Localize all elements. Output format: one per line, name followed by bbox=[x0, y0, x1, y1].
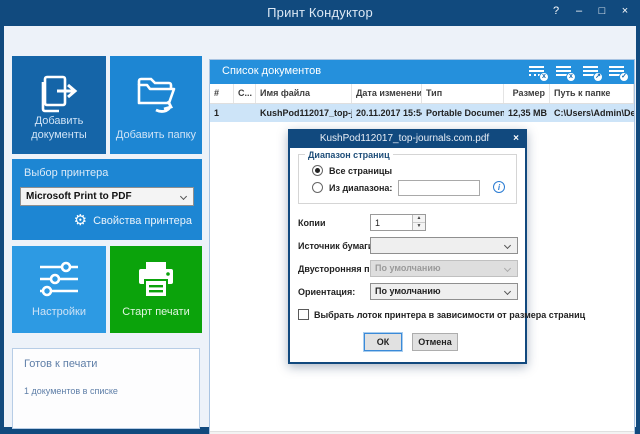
gear-icon: ⚙ bbox=[74, 213, 87, 228]
paper-source-select[interactable] bbox=[370, 237, 518, 254]
all-pages-label: Все страницы bbox=[329, 166, 392, 176]
document-list-header: Список документов x x ↗ ✓ bbox=[210, 60, 634, 84]
open-badge: ↗ bbox=[593, 72, 603, 82]
col-type[interactable]: Тип bbox=[422, 84, 504, 103]
all-pages-radio[interactable] bbox=[312, 165, 323, 176]
orientation-select[interactable]: По умолчанию bbox=[370, 283, 518, 300]
printer-select-value: Microsoft Print to PDF bbox=[26, 191, 132, 202]
col-number[interactable]: # bbox=[210, 84, 234, 103]
cell-filename: KushPod112017_top-jou... bbox=[256, 104, 352, 122]
clear-list-icon[interactable]: x bbox=[556, 65, 573, 79]
duplex-value: По умолчанию bbox=[375, 263, 441, 273]
help-button[interactable]: ? bbox=[551, 5, 561, 17]
printer-icon bbox=[110, 258, 202, 304]
cell-path: C:\Users\Admin\Desktop\ bbox=[550, 104, 634, 122]
dialog-title: KushPod112017_top-journals.com.pdf bbox=[304, 133, 505, 144]
printer-panel: Выбор принтера Microsoft Print to PDF ⚙ … bbox=[12, 159, 202, 240]
chevron-down-icon bbox=[504, 288, 511, 295]
cell-status bbox=[234, 104, 256, 122]
print-options-dialog: KushPod112017_top-journals.com.pdf × Диа… bbox=[288, 129, 527, 364]
content-area: Добавить документы Добавить папку Выбор … bbox=[4, 26, 636, 427]
cancel-button[interactable]: Отмена bbox=[412, 333, 458, 351]
dialog-title-bar: KushPod112017_top-journals.com.pdf × bbox=[290, 131, 525, 148]
clear-badge: x bbox=[566, 72, 576, 82]
cell-type: Portable Document F... bbox=[422, 104, 504, 122]
copies-label: Копии bbox=[298, 218, 326, 228]
printer-section-title: Выбор принтера bbox=[24, 167, 108, 179]
dialog-close-button[interactable]: × bbox=[513, 133, 519, 144]
add-folder-label: Добавить папку bbox=[114, 128, 198, 142]
remove-badge: x bbox=[539, 72, 549, 82]
printer-select[interactable]: Microsoft Print to PDF bbox=[20, 187, 194, 206]
col-size[interactable]: Размер bbox=[504, 84, 550, 103]
start-print-button[interactable]: Старт печати bbox=[110, 246, 202, 333]
from-range-radio[interactable] bbox=[312, 182, 323, 193]
cell-number: 1 bbox=[210, 104, 234, 122]
open-list-icon[interactable]: ↗ bbox=[583, 65, 600, 79]
add-folder-button[interactable]: Добавить папку bbox=[110, 56, 202, 154]
app-window: Принт Кондуктор ? – □ × Добавить докумен… bbox=[0, 0, 640, 434]
table-row[interactable]: 1 KushPod112017_top-jou... 20.11.2017 15… bbox=[210, 104, 634, 122]
settings-button[interactable]: Настройки bbox=[12, 246, 106, 333]
from-range-label: Из диапазона: bbox=[329, 183, 392, 193]
duplex-select: По умолчанию bbox=[370, 260, 518, 277]
paper-source-label: Источник бумаги bbox=[298, 241, 373, 251]
range-input[interactable] bbox=[398, 180, 480, 196]
page-range-legend: Диапазон страниц bbox=[305, 150, 393, 160]
close-button[interactable]: × bbox=[620, 5, 630, 17]
settings-label: Настройки bbox=[16, 305, 102, 319]
remove-document-icon[interactable]: x bbox=[529, 65, 546, 79]
info-icon: i bbox=[493, 181, 505, 193]
start-print-label: Старт печати bbox=[114, 305, 198, 319]
save-list-icon[interactable]: ✓ bbox=[609, 65, 626, 79]
page-range-group: Диапазон страниц Все страницы Из диапазо… bbox=[298, 154, 517, 204]
status-ready-text: Готов к печати bbox=[24, 358, 97, 370]
tray-checkbox-label: Выбрать лоток принтера в зависимости от … bbox=[314, 310, 585, 320]
copies-stepper[interactable]: 1 ▲ ▼ bbox=[370, 214, 426, 231]
maximize-button[interactable]: □ bbox=[597, 5, 607, 17]
chevron-down-icon bbox=[504, 265, 511, 272]
add-folder-icon bbox=[110, 70, 202, 122]
status-box: Готов к печати 1 документов в списке bbox=[12, 348, 200, 429]
title-bar: Принт Кондуктор ? – □ × bbox=[0, 0, 640, 26]
sliders-icon bbox=[12, 258, 106, 302]
document-list-title: Список документов bbox=[222, 65, 321, 77]
chevron-down-icon bbox=[504, 242, 511, 249]
status-count-text: 1 документов в списке bbox=[24, 386, 118, 396]
orientation-label: Ориентация: bbox=[298, 287, 355, 297]
copies-value: 1 bbox=[375, 218, 380, 228]
cell-date: 20.11.2017 15:54 bbox=[352, 104, 422, 122]
spinner-up-icon[interactable]: ▲ bbox=[413, 215, 425, 223]
col-path[interactable]: Путь к папке bbox=[550, 84, 634, 103]
save-badge: ✓ bbox=[619, 72, 629, 82]
printer-properties-label: Свойства принтера bbox=[93, 215, 192, 227]
col-date[interactable]: Дата изменения bbox=[352, 84, 422, 103]
ok-button[interactable]: ОК bbox=[364, 333, 402, 351]
minimize-button[interactable]: – bbox=[574, 5, 584, 17]
window-title: Принт Кондуктор bbox=[0, 5, 640, 20]
add-documents-button[interactable]: Добавить документы bbox=[12, 56, 106, 154]
orientation-value: По умолчанию bbox=[375, 286, 441, 296]
table-column-headers: # С... Имя файла Дата изменения Тип Разм… bbox=[210, 84, 634, 104]
chevron-down-icon bbox=[180, 193, 187, 200]
dialog-body: Диапазон страниц Все страницы Из диапазо… bbox=[290, 148, 525, 362]
col-filename[interactable]: Имя файла bbox=[256, 84, 352, 103]
printer-properties-button[interactable]: ⚙ Свойства принтера bbox=[74, 213, 192, 228]
add-documents-label: Добавить документы bbox=[16, 114, 102, 142]
spinner-down-icon[interactable]: ▼ bbox=[413, 223, 425, 231]
tray-checkbox[interactable] bbox=[298, 309, 309, 320]
cell-size: 12,35 MB bbox=[504, 104, 550, 122]
col-status[interactable]: С... bbox=[234, 84, 256, 103]
